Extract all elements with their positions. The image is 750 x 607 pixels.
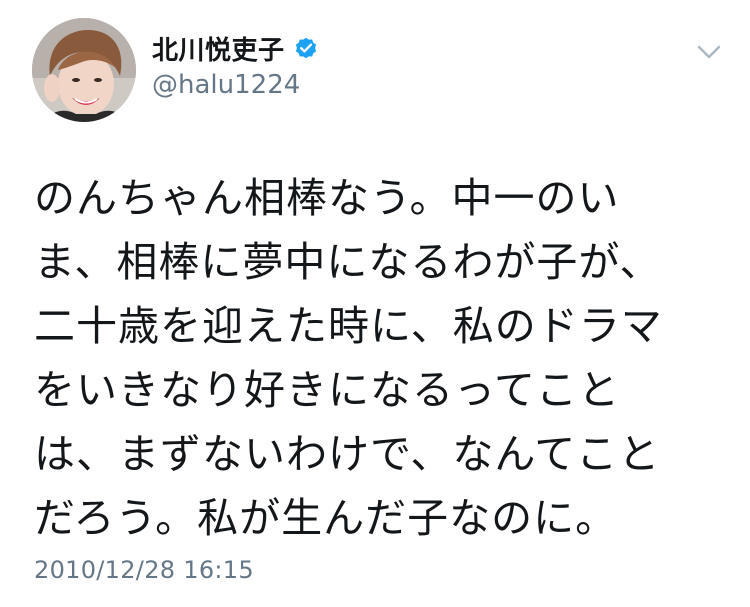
tweet-body-line: のんちゃん相棒なう。中一のい bbox=[34, 174, 620, 222]
tweet-body-line: ま、相棒に夢中になるわが子が、 bbox=[34, 238, 662, 286]
chevron-down-icon[interactable] bbox=[696, 42, 722, 62]
tweet-timestamp[interactable]: 2010/12/28 16:15 bbox=[34, 556, 254, 584]
tweet-card: 北川悦吏子 @halu1224 のんちゃん相棒なう。中一のい ま、相棒に夢中にな… bbox=[0, 0, 750, 607]
author-handle[interactable]: @halu1224 bbox=[152, 70, 300, 100]
tweet-body-line: は、まずないわけで、なんてこと bbox=[34, 430, 661, 478]
verified-badge-icon bbox=[293, 35, 319, 61]
avatar[interactable] bbox=[32, 18, 136, 122]
tweet-body-line: 二十歳を迎えた時に、私のドラマ bbox=[34, 302, 663, 350]
display-name[interactable]: 北川悦吏子 bbox=[152, 30, 285, 67]
tweet-body-line: だろう。私が生んだ子なのに。 bbox=[34, 494, 618, 542]
tweet-body: のんちゃん相棒なう。中一のい ま、相棒に夢中になるわが子が、 二十歳を迎えた時に… bbox=[34, 166, 724, 550]
avatar-photo bbox=[32, 18, 136, 122]
tweet-body-line: をいきなり好きになるってこと bbox=[34, 366, 620, 414]
author-name-row[interactable]: 北川悦吏子 bbox=[152, 28, 319, 68]
